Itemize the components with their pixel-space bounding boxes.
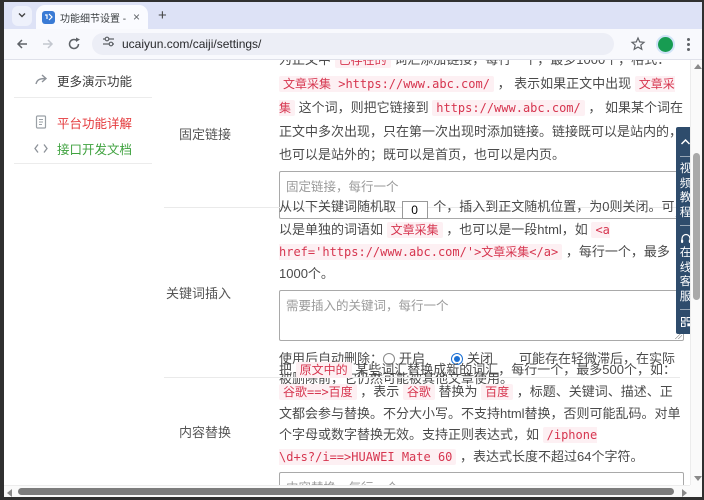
inline-text: ，表达式长度不超过64个字符。	[456, 449, 644, 464]
sidebar-divider	[14, 163, 152, 164]
qrcode-icon[interactable]	[680, 317, 691, 327]
forward-icon[interactable]	[40, 36, 56, 52]
page-content: 更多演示功能 平台功能详解 接口开发文档 固定链接 已存在的文章采集 >http…	[4, 60, 690, 485]
tab-search-button[interactable]	[12, 6, 32, 26]
vertical-scroll-thumb[interactable]	[693, 153, 700, 300]
reload-icon[interactable]	[66, 36, 82, 52]
inline-code: 文章采集 >https://www.abc.com/	[279, 76, 494, 92]
profile-avatar[interactable]	[656, 34, 675, 54]
tab-strip: 功能细节设置 - 自动文章采集 × +	[4, 2, 702, 29]
address-bar[interactable]: ucaiyun.com/caiji/settings/	[92, 33, 614, 55]
inline-text: ，也可以是一段html，如	[442, 222, 592, 237]
inline-code: https://www.abc.com/	[432, 100, 585, 116]
sidebar-divider	[14, 97, 152, 98]
inline-code: 谷歌==>百度	[279, 384, 357, 400]
inline-code: 原文中的	[295, 362, 352, 378]
bookmark-star-icon[interactable]	[630, 36, 646, 52]
section-label: 关键词插入	[165, 286, 231, 301]
url-text[interactable]: ucaiyun.com/caiji/settings/	[122, 37, 261, 51]
horizontal-scroll-thumb[interactable]	[18, 488, 674, 495]
section-fixed-links: 固定链接 为正文中 已存在的 词汇添加链接，每行一个，最多1000个，格式： 文…	[160, 60, 684, 219]
browser-window: 功能细节设置 - 自动文章采集 × + ucaiyun.com/caiji/se…	[4, 2, 702, 497]
inline-text: 替换为	[434, 384, 482, 399]
scroll-left-arrow[interactable]	[7, 489, 12, 497]
site-favicon-icon	[42, 10, 55, 24]
page: 更多演示功能 平台功能详解 接口开发文档 固定链接 已存在的文章采集 >http…	[4, 60, 702, 497]
inline-text: 为正文中	[279, 60, 335, 67]
browser-toolbar: ucaiyun.com/caiji/settings/	[4, 29, 702, 60]
section-description: 把 原文中的 某些词汇替换成新的词汇，每行一个，最多500个，如： 谷歌==>百…	[279, 359, 684, 468]
menu-kebab-icon[interactable]	[685, 36, 692, 53]
document-icon	[34, 115, 48, 129]
sidebar-item-label: 更多演示功能	[57, 74, 133, 89]
section-label: 固定链接	[178, 127, 231, 142]
section-description: 从以下关键词随机取 个，插入到正文随机位置，为0则关闭。可以是单独的词语如 文章…	[279, 196, 684, 285]
keywords-textarea[interactable]	[279, 290, 684, 341]
content-replace-textarea[interactable]	[279, 472, 684, 485]
inline-text: 把	[279, 362, 296, 377]
sidebar-item-platform-features[interactable]: 平台功能详解	[34, 110, 132, 134]
horizontal-scrollbar[interactable]	[4, 485, 690, 497]
inline-text: 从以下关键词随机取	[279, 199, 400, 214]
new-tab-button[interactable]: +	[158, 7, 167, 24]
sidebar-item-label: 接口开发文档	[57, 142, 133, 157]
chevron-down-icon	[17, 7, 27, 25]
back-icon[interactable]	[14, 36, 30, 52]
inline-code: 谷歌	[402, 384, 435, 400]
sidebar-item-api-docs[interactable]: 接口开发文档	[34, 136, 132, 160]
site-info-icon[interactable]	[102, 35, 115, 53]
inline-text: ， 表示如果正文中出现	[493, 76, 635, 91]
section-keyword-insert: 关键词插入 从以下关键词随机取 个，插入到正文随机位置，为0则关闭。可以是单独的…	[160, 199, 684, 386]
inline-code: 已存在的	[334, 60, 391, 68]
inline-code: 文章采集	[386, 222, 443, 238]
code-icon	[34, 141, 48, 155]
section-description: 为正文中 已存在的 词汇添加链接，每行一个，最多1000个，格式： 文章采集 >…	[279, 60, 684, 166]
sidebar-item-more-demos[interactable]: 更多演示功能	[34, 68, 132, 92]
inline-text: ，表示	[356, 384, 403, 399]
scroll-up-arrow[interactable]	[694, 64, 702, 69]
section-content-replace: 内容替换 把 原文中的 某些词汇替换成新的词汇，每行一个，最多500个，如： 谷…	[160, 362, 684, 485]
scroll-down-arrow[interactable]	[694, 476, 702, 481]
scroll-right-arrow[interactable]	[682, 489, 687, 497]
sidebar-item-label: 平台功能详解	[57, 116, 133, 131]
tab-title: 功能细节设置 - 自动文章采集	[60, 13, 126, 25]
section-label: 内容替换	[178, 425, 231, 440]
inline-code: 百度	[481, 384, 514, 400]
forward-arrow-icon	[34, 73, 48, 87]
inline-text: 这个词，则把它链接到	[295, 100, 433, 115]
inline-text: 词汇添加链接，每行一个，最多1000个，格式：	[391, 60, 670, 67]
scrollbar-corner	[690, 485, 702, 497]
inline-text: 某些词汇替换成新的词汇，每行一个，最多500个，如：	[351, 362, 676, 377]
settings-form: 固定链接 为正文中 已存在的 词汇添加链接，每行一个，最多1000个，格式： 文…	[160, 60, 690, 485]
tab-close-button[interactable]: ×	[131, 10, 142, 24]
sidebar: 更多演示功能 平台功能详解 接口开发文档	[4, 60, 160, 485]
keyword-count-input[interactable]	[401, 201, 428, 219]
vertical-scrollbar[interactable]	[690, 60, 702, 485]
browser-tab[interactable]: 功能细节设置 - 自动文章采集 ×	[36, 5, 148, 29]
